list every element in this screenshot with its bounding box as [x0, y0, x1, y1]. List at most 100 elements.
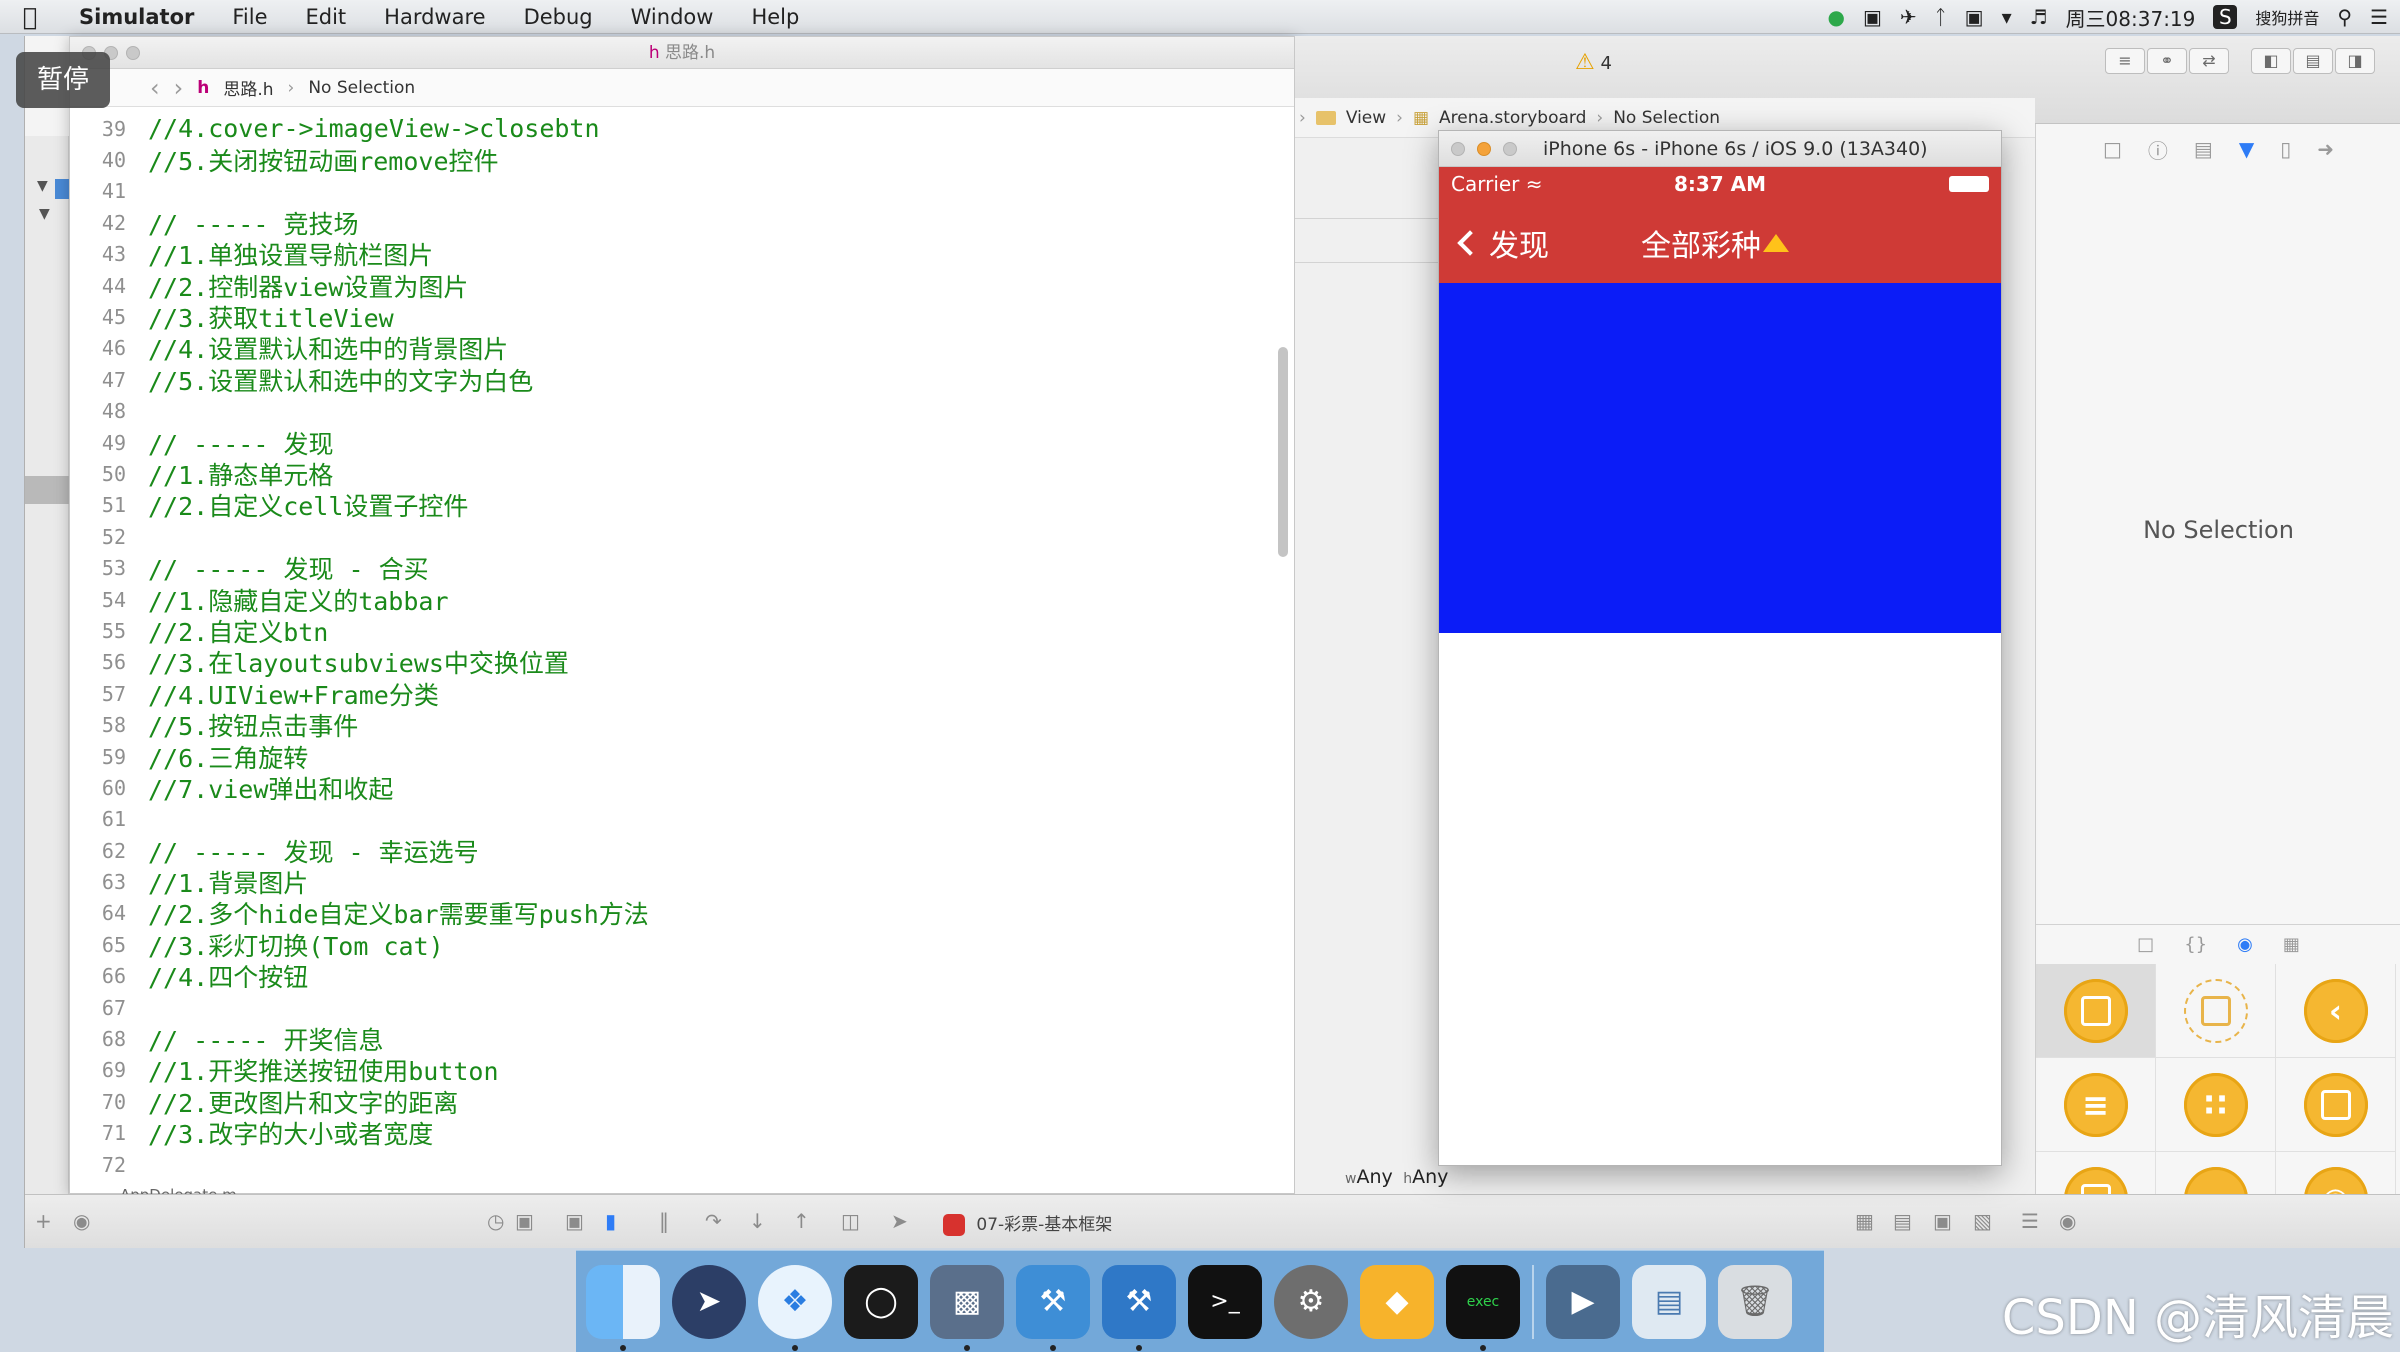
code-line[interactable]: 65//3.彩灯切换(Tom cat) — [70, 929, 1266, 961]
pause-icon[interactable]: ‖ — [659, 1209, 669, 1233]
pause-badge[interactable]: 暂停 — [16, 52, 110, 108]
library-filter-icon[interactable]: ◉ — [2059, 1209, 2076, 1233]
code-line[interactable]: 62// ----- 发现 - 幸运选号 — [70, 835, 1266, 867]
disclosure-triangle-icon[interactable]: ▼ — [37, 178, 48, 194]
console-icon[interactable]: exec — [1446, 1264, 1520, 1351]
step-over-icon[interactable]: ↷ — [705, 1209, 722, 1233]
input-method-label[interactable]: 搜狗拼音 — [2255, 5, 2319, 29]
code-line[interactable]: 67 — [70, 992, 1266, 1023]
location-simulate-icon[interactable]: ➤ — [891, 1209, 908, 1233]
project-file-icon[interactable] — [55, 179, 69, 199]
identity-inspector-icon[interactable]: ▤ — [2194, 137, 2213, 161]
code-line[interactable]: 69//1.开奖推送按钮使用button — [70, 1055, 1266, 1086]
code-line[interactable]: 49// ----- 发现 — [70, 427, 1266, 459]
finder-icon[interactable] — [586, 1264, 660, 1351]
quicktime-icon[interactable]: ▶ — [1546, 1264, 1620, 1339]
pin-icon[interactable]: ▣ — [1933, 1209, 1952, 1233]
sketch-icon[interactable]: ◆ — [1360, 1264, 1434, 1339]
editor-scrollbar[interactable] — [1278, 347, 1288, 557]
size-inspector-icon[interactable]: ▯ — [2280, 137, 2291, 161]
breadcrumb-storyboard[interactable]: Arena.storyboard — [1439, 108, 1586, 128]
code-line[interactable]: 60 //7.view弹出和收起 — [70, 770, 1266, 806]
resolve-auto-layout-icon[interactable]: ▧ — [1973, 1209, 1992, 1233]
media-library-icon[interactable]: ▦ — [2283, 934, 2300, 955]
breadcrumb-file[interactable]: 思路.h — [223, 75, 273, 100]
xcode-icon[interactable]: ⚒ — [1016, 1264, 1090, 1351]
code-comment[interactable]: //4.四个按钮 — [148, 958, 308, 994]
trash-icon[interactable]: 🗑 — [1718, 1264, 1792, 1339]
launchpad-icon[interactable]: ➤ — [672, 1264, 746, 1339]
back-arrow-icon[interactable]: ‹ — [150, 74, 160, 102]
code-comment[interactable]: //7.view弹出和收起 — [148, 770, 393, 806]
standard-editor-button[interactable]: ≡ — [2105, 48, 2145, 74]
keynote-icon[interactable]: ▩ — [930, 1264, 1004, 1351]
code-line[interactable]: 43//1.单独设置导航栏图片 — [70, 239, 1266, 270]
quick-help-icon[interactable]: ⓘ — [2148, 135, 2168, 164]
library-item-storyboard-reference[interactable] — [2156, 964, 2276, 1058]
zoom-window-button[interactable] — [126, 46, 140, 60]
code-line[interactable]: 41 — [70, 176, 1266, 207]
zoom-window-button[interactable] — [1503, 142, 1517, 156]
code-line[interactable]: 54//1.隐藏自定义的tabbar — [70, 584, 1266, 616]
code-comment[interactable]: //4.cover->imageView->closebtn — [148, 114, 600, 143]
menu-window[interactable]: Window — [612, 5, 733, 29]
spotlight-search-icon[interactable]: ⚲ — [2337, 5, 2352, 29]
mouse-icon[interactable]: ◯ — [844, 1264, 918, 1339]
connections-inspector-icon[interactable]: ➜ — [2317, 137, 2334, 161]
breadcrumb-view[interactable]: View — [1346, 108, 1386, 128]
close-window-button[interactable] — [1451, 142, 1465, 156]
filter-icon[interactable]: ◉ — [73, 1209, 90, 1233]
code-line[interactable]: 66 //4.四个按钮 — [70, 961, 1266, 992]
code-line[interactable]: 57//4.UIView+Frame分类 — [70, 678, 1266, 710]
object-library-icon[interactable]: ◉ — [2237, 934, 2253, 955]
preview-icon[interactable]: ▤ — [1632, 1264, 1706, 1339]
breadcrumb-selection[interactable]: No Selection — [308, 78, 415, 98]
code-line[interactable]: 50//1.静态单元格 — [70, 458, 1266, 490]
code-line[interactable]: 44//2.控制器view设置为图片 — [70, 270, 1266, 302]
menu-hardware[interactable]: Hardware — [365, 5, 504, 29]
notification-center-icon[interactable]: ☰ — [2370, 5, 2388, 29]
breakpoints-icon[interactable]: ▮ — [605, 1209, 616, 1233]
library-item-navigation-controller[interactable]: ‹ — [2276, 964, 2396, 1058]
step-out-icon[interactable]: ↑ — [793, 1209, 810, 1233]
code-line[interactable]: 72 — [70, 1149, 1266, 1180]
file-inspector-icon[interactable]: □ — [2103, 137, 2122, 161]
assistant-editor-button[interactable]: ⚭ — [2147, 48, 2187, 74]
forward-arrow-icon[interactable]: › — [174, 74, 184, 102]
play-status-icon[interactable]: ● — [1828, 5, 1845, 29]
library-item-collection-view-controller[interactable]: ∷ — [2156, 1058, 2276, 1152]
screen-record-icon[interactable]: ▣ — [1863, 5, 1882, 29]
apple-menu-icon[interactable]:  — [0, 3, 60, 31]
view-debugger-icon[interactable]: ◫ — [841, 1209, 860, 1233]
recent-files-icon[interactable]: ◷ — [487, 1209, 504, 1233]
scheme-selector[interactable]: 07-彩票-基本框架 — [943, 1210, 1112, 1236]
code-comment[interactable]: //5.关闭按钮动画remove控件 — [148, 142, 499, 178]
code-line[interactable]: 56//3.在layoutsubviews中交换位置 — [70, 647, 1266, 678]
warning-badge[interactable]: ⚠ 4 — [1575, 50, 1612, 75]
code-line[interactable]: 63//1.背景图片 — [70, 866, 1266, 898]
code-line[interactable]: 58//5.按钮点击事件 — [70, 709, 1266, 741]
wifi-icon[interactable]: ▾ — [2002, 5, 2012, 29]
code-snippet-library-icon[interactable]: {} — [2184, 934, 2207, 955]
toggle-navigator-button[interactable]: ◧ — [2251, 48, 2291, 74]
library-item-table-view-controller[interactable]: ≡ — [2036, 1058, 2156, 1152]
code-line[interactable]: 71 //3.改字的大小或者宽度 — [70, 1118, 1266, 1149]
add-icon[interactable]: + — [35, 1209, 52, 1233]
code-comment[interactable]: //5.设置默认和选中的文字为白色 — [148, 362, 533, 398]
code-line[interactable]: 70//2.更改图片和文字的距离 — [70, 1086, 1266, 1118]
menu-file[interactable]: File — [213, 5, 286, 29]
version-editor-button[interactable]: ⇄ — [2189, 48, 2229, 74]
code-line[interactable]: 48 — [70, 396, 1266, 427]
menu-help[interactable]: Help — [732, 5, 818, 29]
menu-debug[interactable]: Debug — [505, 5, 612, 29]
breadcrumb-no-selection[interactable]: No Selection — [1613, 108, 1720, 128]
code-line[interactable]: 55//2.自定义btn — [70, 615, 1266, 647]
safari-icon[interactable]: ❖ — [758, 1264, 832, 1351]
code-line[interactable]: 45//3.获取titleView — [70, 301, 1266, 333]
airplane-icon[interactable]: ✈ — [1900, 5, 1917, 29]
outline-toggle-icon[interactable]: ☰ — [2021, 1209, 2039, 1233]
size-class-selector[interactable]: wAny hAny — [1345, 1166, 1448, 1188]
toggle-utilities-button[interactable]: ◨ — [2335, 48, 2375, 74]
menu-app-name[interactable]: Simulator — [60, 5, 213, 29]
attributes-inspector-icon[interactable]: ▼ — [2239, 137, 2254, 161]
